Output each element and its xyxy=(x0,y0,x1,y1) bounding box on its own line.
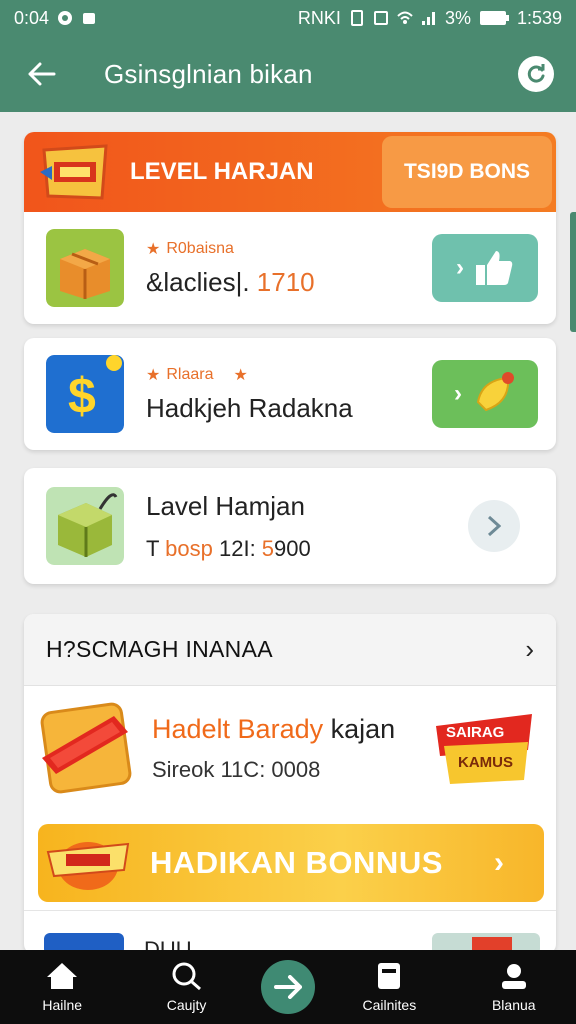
row-title: Lavel Hamjan xyxy=(146,490,305,521)
level-badge-icon xyxy=(40,144,108,200)
nav-home[interactable]: Hailne xyxy=(12,961,112,1013)
bonus-badge-icon xyxy=(46,842,130,890)
dollar-app-icon: $ xyxy=(46,355,124,433)
section-header[interactable]: H?SCMAGH INANAA › xyxy=(24,614,556,686)
promo-item[interactable]: Hadelt Barady kajan Sireok 11C: 0008 SAI… xyxy=(24,686,556,810)
banner-title: LEVEL HARJAN xyxy=(130,158,314,185)
sim-icon xyxy=(350,10,363,26)
search-icon xyxy=(172,962,201,991)
svg-text:$: $ xyxy=(68,368,96,424)
chevron-right-icon: › xyxy=(454,380,462,407)
gift-box-icon xyxy=(46,229,124,307)
wifi-icon xyxy=(397,11,413,24)
ribbon-badge-icon xyxy=(436,714,532,784)
row-subtitle: R0baisna xyxy=(166,239,234,257)
row-title: Hadkjeh Radakna xyxy=(146,392,353,423)
reward-row-3[interactable]: Lavel Hamjan T bosp 12I: 5900 xyxy=(24,468,556,584)
promo-subtitle: Sireok 11C: 0008 xyxy=(152,756,321,782)
level-banner: LEVEL HARJAN TSI9D BONS xyxy=(24,132,556,212)
star-icon: ★ xyxy=(146,240,161,258)
nav-contacts[interactable]: Cailnites xyxy=(339,961,439,1013)
thumbs-up-icon xyxy=(476,251,513,285)
battery-percent: 3% xyxy=(444,7,471,28)
center-action-button[interactable] xyxy=(260,960,315,1014)
chevron-right-icon xyxy=(487,515,501,537)
reward-row-1[interactable]: ★ R0baisna &laclies|. 1710 › xyxy=(24,212,556,324)
profile-icon xyxy=(501,964,526,989)
star-icon: ★ xyxy=(233,366,248,384)
row-number: 1710 xyxy=(256,266,315,297)
section-title: H?SCMAGH INANAA xyxy=(46,636,273,662)
status-time-left: 0:04 xyxy=(14,7,50,28)
gem-icon xyxy=(476,372,514,412)
bonus-button[interactable]: HADIKAN BONNUS › xyxy=(38,824,544,902)
chevron-right-icon: › xyxy=(525,634,534,664)
chevron-right-icon: › xyxy=(456,254,464,281)
row-detail-number: 5 xyxy=(261,535,275,561)
nav-search[interactable]: Caujty xyxy=(137,961,237,1013)
arrow-left-icon xyxy=(28,62,56,86)
status-bar: 0:04 RNKI 3% 1:539 xyxy=(0,0,576,36)
like-button[interactable]: › xyxy=(432,234,538,302)
promo-ticket-icon xyxy=(40,702,132,794)
badge-line-2: KAMUS xyxy=(458,754,513,771)
nav-label: Caujty xyxy=(166,997,207,1013)
nav-profile[interactable]: Blanua xyxy=(464,961,564,1013)
row-title: &laclies|. xyxy=(146,266,257,297)
screen-icon xyxy=(373,11,388,25)
record-icon xyxy=(58,11,73,25)
status-time-right: 1:539 xyxy=(516,7,562,28)
reward-row-2[interactable]: $ ★ Rlaara ★ Hadkjeh Radakna › xyxy=(24,338,556,450)
refresh-icon xyxy=(527,64,545,83)
refresh-button[interactable] xyxy=(518,56,554,92)
home-icon xyxy=(47,963,78,989)
open-button[interactable] xyxy=(468,500,520,552)
page-title: Gsinsglnian bikan xyxy=(104,58,313,89)
carrier-label: RNKI xyxy=(297,7,341,28)
back-button[interactable] xyxy=(22,54,62,94)
promo-section: H?SCMAGH INANAA › Hadelt Barady kajan Si… xyxy=(24,614,556,954)
app-bar: Gsinsglnian bikan xyxy=(0,36,576,112)
bonus-tab-button[interactable]: TSI9D BONS xyxy=(382,136,552,208)
nav-label: Cailnites xyxy=(362,997,417,1013)
row-detail-mid: 12I: xyxy=(212,535,262,561)
battery-icon xyxy=(479,11,509,25)
bonus-button-label: HADIKAN BONNUS xyxy=(150,845,443,880)
row-detail-highlight: bosp xyxy=(165,535,213,561)
promo-badge: SAIRAG KAMUS xyxy=(428,706,540,790)
bottom-nav: Hailne Caujty Cailnites Blanua xyxy=(0,950,576,1024)
device-icon xyxy=(378,963,401,989)
nav-label: Blanua xyxy=(491,997,536,1013)
nav-label: Hailne xyxy=(42,997,83,1013)
badge-line-1: SAIRAG xyxy=(446,724,505,741)
claim-button[interactable]: › xyxy=(432,360,538,428)
row-subtitle: Rlaara xyxy=(166,365,214,383)
arrow-right-icon xyxy=(273,975,302,999)
promo-title-orange: Hadelt Barady xyxy=(152,713,324,744)
scroll-indicator xyxy=(570,212,576,332)
list-item[interactable]: DUU . xyxy=(24,910,556,954)
treasure-box-icon xyxy=(46,487,124,565)
signal-icon xyxy=(421,12,435,25)
star-icon: ★ xyxy=(146,366,161,384)
promo-title-dark: kajan xyxy=(323,713,396,744)
notification-icon xyxy=(83,13,96,24)
chevron-right-icon: › xyxy=(494,846,504,879)
row-detail-prefix: T xyxy=(146,535,166,561)
row-detail-suffix: 900 xyxy=(274,535,311,561)
